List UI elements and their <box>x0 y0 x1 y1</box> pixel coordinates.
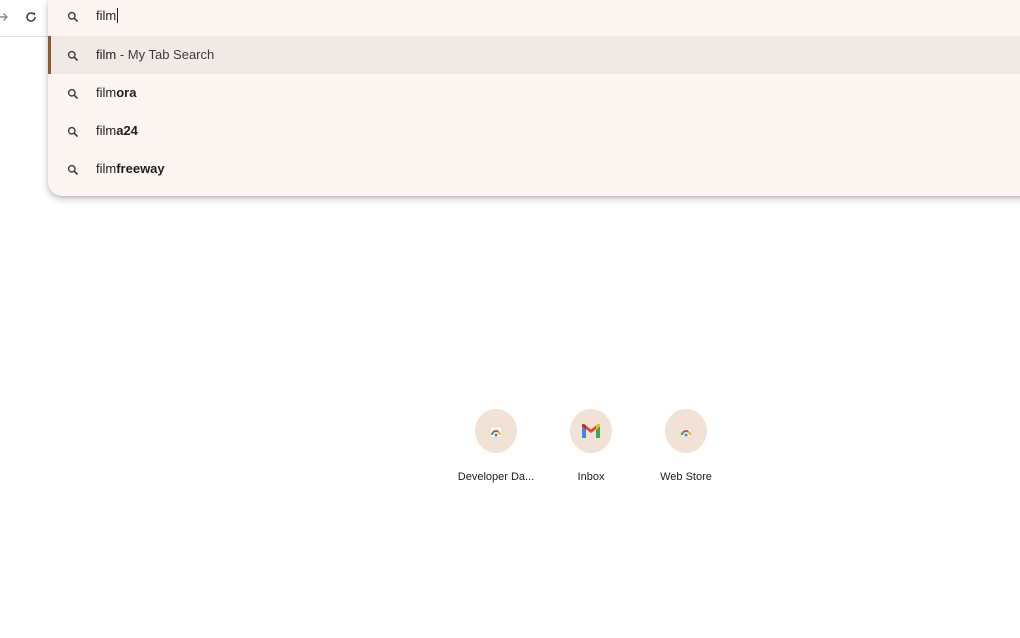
search-icon <box>67 49 79 67</box>
browser-toolbar <box>0 0 48 37</box>
search-icon <box>67 125 79 143</box>
suggestion-item[interactable]: filmfreeway <box>48 150 1020 188</box>
reload-button[interactable] <box>20 6 42 28</box>
suggestion-item[interactable]: filmora <box>48 74 1020 112</box>
address-input[interactable]: film <box>96 8 119 24</box>
address-bar[interactable]: film <box>48 0 1020 34</box>
shortcut-icon-circle <box>570 409 612 453</box>
suggestion-label: film - My Tab Search <box>96 47 215 62</box>
suggestion-label: filmfreeway <box>96 161 165 176</box>
shortcut-label: Developer Da... <box>457 471 535 483</box>
suggestion-item[interactable]: film - My Tab Search <box>48 36 1020 74</box>
search-icon <box>67 10 79 28</box>
suggestion-item[interactable]: filma24 <box>48 112 1020 150</box>
shortcut-developer-dashboard[interactable]: Developer Da... <box>448 409 544 489</box>
shortcut-label: Web Store <box>660 471 712 483</box>
search-icon <box>67 163 79 181</box>
reload-icon <box>26 12 36 22</box>
suggestion-label: filmora <box>96 85 137 100</box>
text-caret <box>117 8 119 23</box>
shortcut-icon-circle <box>475 409 517 453</box>
forward-arrow-icon <box>0 13 8 21</box>
shortcut-web-store[interactable]: Web Store <box>638 409 734 489</box>
chrome-web-store-icon <box>489 426 503 438</box>
selection-indicator <box>48 36 51 74</box>
omnibox-dropdown: film film - My Tab Search filmora filma24 f… <box>48 0 1020 196</box>
forward-button[interactable] <box>0 6 14 28</box>
search-icon <box>67 87 79 105</box>
chrome-web-store-icon <box>679 428 693 438</box>
shortcut-inbox[interactable]: Inbox <box>543 409 639 489</box>
suggestion-label: filma24 <box>96 123 138 138</box>
gmail-icon <box>582 424 600 438</box>
shortcut-label: Inbox <box>577 471 605 483</box>
shortcut-icon-circle <box>665 409 707 453</box>
suggestion-list: film - My Tab Search filmora filma24 filmfr… <box>48 36 1020 188</box>
